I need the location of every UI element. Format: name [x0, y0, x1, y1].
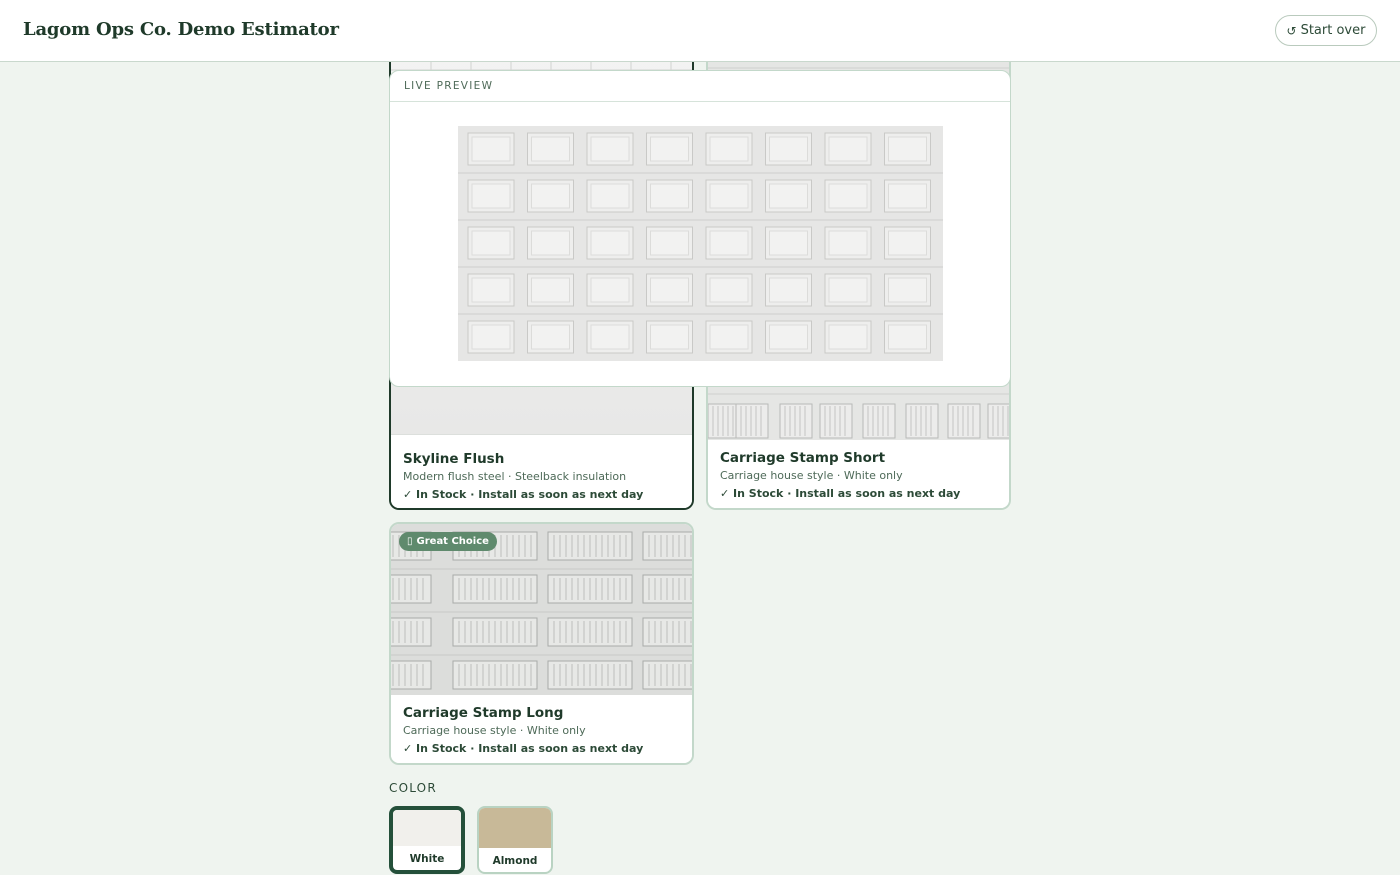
- door-panel: [590, 183, 630, 209]
- card-info: Skyline Flush Modern flush steel · Steel…: [391, 434, 692, 508]
- door-panel: [828, 136, 868, 162]
- door-panel: [642, 617, 692, 647]
- color-chip-almond: [479, 808, 551, 848]
- preview-door-graphic: [458, 132, 943, 354]
- door-panel: [590, 324, 630, 350]
- door-panel: [828, 183, 868, 209]
- door-panel: [709, 183, 749, 209]
- door-panel: [590, 277, 630, 303]
- door-panel: [888, 324, 927, 350]
- brand-title: Lagom Ops Co. Demo Estimator: [23, 19, 339, 40]
- door-card-carriage-stamp-long[interactable]: ▯ Great Choice Carriage Stamp Long Carri…: [389, 522, 694, 765]
- badge-label: Great Choice: [416, 536, 489, 547]
- door-panel: [828, 324, 868, 350]
- color-chip-white: [393, 810, 461, 846]
- card-info: Carriage Stamp Short Carriage house styl…: [708, 440, 1009, 508]
- card-stock-status: ✓ In Stock · Install as soon as next day: [403, 742, 644, 755]
- door-panel: [709, 277, 749, 303]
- color-name: White: [409, 853, 445, 865]
- door-panel: [531, 277, 570, 303]
- door-panel: [531, 136, 570, 162]
- door-panel: [590, 136, 630, 162]
- card-stock-status: ✓ In Stock · Install as soon as next day: [403, 488, 644, 501]
- door-panel: [769, 230, 808, 256]
- restart-icon: ↺: [1286, 23, 1297, 38]
- door-panel: [769, 183, 808, 209]
- door-panel: [471, 324, 511, 350]
- card-info: Carriage Stamp Long Carriage house style…: [391, 695, 692, 763]
- door-panel: [650, 136, 689, 162]
- door-panel: [531, 230, 570, 256]
- card-stock-status: ✓ In Stock · Install as soon as next day: [720, 487, 961, 500]
- badge-icon: ▯: [407, 536, 413, 547]
- door-panel: [650, 230, 689, 256]
- door-panel: [471, 230, 511, 256]
- door-panel: [650, 324, 689, 350]
- door-panel: [888, 277, 927, 303]
- door-panel: [828, 230, 868, 256]
- card-title: Carriage Stamp Short: [720, 450, 886, 466]
- app-header: Lagom Ops Co. Demo Estimator ↺ Start ove…: [0, 0, 1400, 62]
- door-panel: [769, 324, 808, 350]
- card-title: Carriage Stamp Long: [403, 705, 564, 721]
- start-over-button[interactable]: ↺ Start over: [1275, 15, 1377, 46]
- door-panel: [888, 230, 927, 256]
- door-panel: [471, 136, 511, 162]
- color-section-label: COLOR: [389, 781, 437, 795]
- door-panel: [531, 324, 570, 350]
- door-panel: [769, 136, 808, 162]
- door-panel: [828, 277, 868, 303]
- start-over-label: Start over: [1300, 23, 1366, 38]
- great-choice-badge: ▯ Great Choice: [399, 532, 497, 551]
- door-panel: [642, 660, 692, 690]
- card-title: Skyline Flush: [403, 451, 505, 467]
- door-panel: [642, 531, 692, 561]
- door-panel: [650, 183, 689, 209]
- door-panel: [642, 574, 692, 604]
- door-panel: [471, 183, 511, 209]
- divider: [390, 101, 1010, 102]
- door-panel: [709, 230, 749, 256]
- door-panel: [888, 136, 927, 162]
- live-preview-panel: LIVE PREVIEW: [389, 70, 1011, 387]
- color-swatch-almond[interactable]: Almond: [477, 806, 553, 874]
- live-preview-title: LIVE PREVIEW: [404, 80, 494, 92]
- door-panel: [650, 277, 689, 303]
- card-subtitle: Carriage house style · White only: [720, 469, 903, 482]
- door-panel: [709, 136, 749, 162]
- door-panel: [590, 230, 630, 256]
- door-panel: [471, 277, 511, 303]
- card-subtitle: Carriage house style · White only: [403, 724, 586, 737]
- door-panel: [531, 183, 570, 209]
- color-swatch-white[interactable]: White: [389, 806, 465, 874]
- color-name: Almond: [492, 855, 538, 867]
- door-panel: [769, 277, 808, 303]
- door-panel: [709, 324, 749, 350]
- card-subtitle: Modern flush steel · Steelback insulatio…: [403, 470, 627, 483]
- preview-door: [458, 126, 943, 361]
- door-panel: [888, 183, 927, 209]
